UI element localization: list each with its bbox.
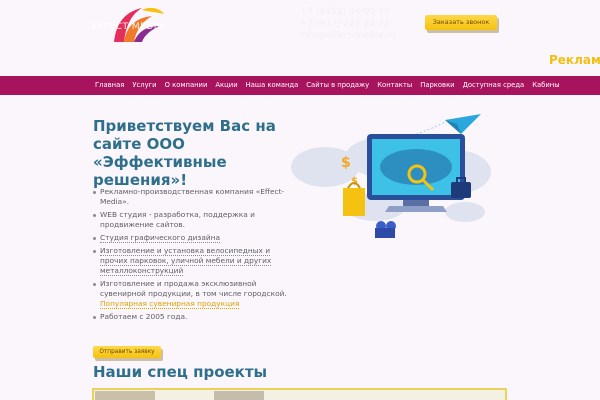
parking-link[interactable]: Изготовление и установка велосипедных и … xyxy=(100,246,272,276)
project-thumbnail[interactable] xyxy=(214,391,264,400)
logo-text: EFFECT MEDIA xyxy=(92,22,164,32)
shopping-bag-icon xyxy=(343,182,365,216)
send-request-button[interactable]: Отправить заявку xyxy=(93,346,161,358)
email[interactable]: info@effect-media.ru xyxy=(300,30,395,42)
project-thumbnail[interactable] xyxy=(95,391,155,400)
video-camera-icon xyxy=(375,221,396,238)
services-list: Рекламно-производственная компания «Effe… xyxy=(93,187,293,325)
projects-heading: Наши спец проекты xyxy=(93,363,268,381)
design-studio-link[interactable]: Студия графического дизайна xyxy=(100,233,221,243)
welcome-heading: Приветствуем Вас на сайте ООО «Эффективн… xyxy=(93,117,276,189)
phone-1[interactable]: +7 (8452) 44-00-10 xyxy=(300,6,395,18)
service-item-web: WEB студия - разработка, поддержка и про… xyxy=(93,210,293,230)
phone-2[interactable]: +7 (917) 222-22-22 xyxy=(300,18,395,30)
nav-item-services[interactable]: Услуги xyxy=(128,76,160,95)
callback-button[interactable]: Заказать звонок xyxy=(425,15,497,30)
nav-item-cabins[interactable]: Кабины xyxy=(528,76,563,95)
ticker-text: Реклама xyxy=(549,53,600,67)
nav-item-about[interactable]: О компании xyxy=(161,76,212,95)
service-item-agency: Рекламно-производственная компания «Effe… xyxy=(93,187,293,207)
hero-illustration: $ $ xyxy=(291,114,491,238)
projects-carousel[interactable] xyxy=(92,388,507,400)
service-item-parking: Изготовление и установка велосипедных и … xyxy=(93,246,293,276)
service-item-souvenirs: Изготовление и продажа эксклюзивной суве… xyxy=(93,279,293,309)
service-item-design: Студия графического дизайна xyxy=(93,233,293,243)
nav-item-parking[interactable]: Парковки xyxy=(416,76,458,95)
nav-item-contacts[interactable]: Контакты xyxy=(373,76,416,95)
nav-item-team[interactable]: Наша команда xyxy=(242,76,303,95)
main-nav: Главная Услуги О компании Акции Наша ком… xyxy=(0,76,600,95)
contact-info: +7 (8452) 44-00-10 +7 (917) 222-22-22 in… xyxy=(300,6,395,42)
souvenirs-link[interactable]: Популярная сувенирная продукция xyxy=(100,299,240,309)
nav-item-promotions[interactable]: Акции xyxy=(211,76,241,95)
nav-item-accessibility[interactable]: Доступная среда xyxy=(459,76,529,95)
nav-item-sites-for-sale[interactable]: Сайты в продажу xyxy=(302,76,373,95)
service-item-since: Работаем с 2005 года. xyxy=(93,312,293,322)
dollar-icon: $ xyxy=(341,155,351,171)
nav-item-home[interactable]: Главная xyxy=(91,76,128,95)
site-header: EFFECT MEDIA +7 (8452) 44-00-10 +7 (917)… xyxy=(0,0,600,76)
